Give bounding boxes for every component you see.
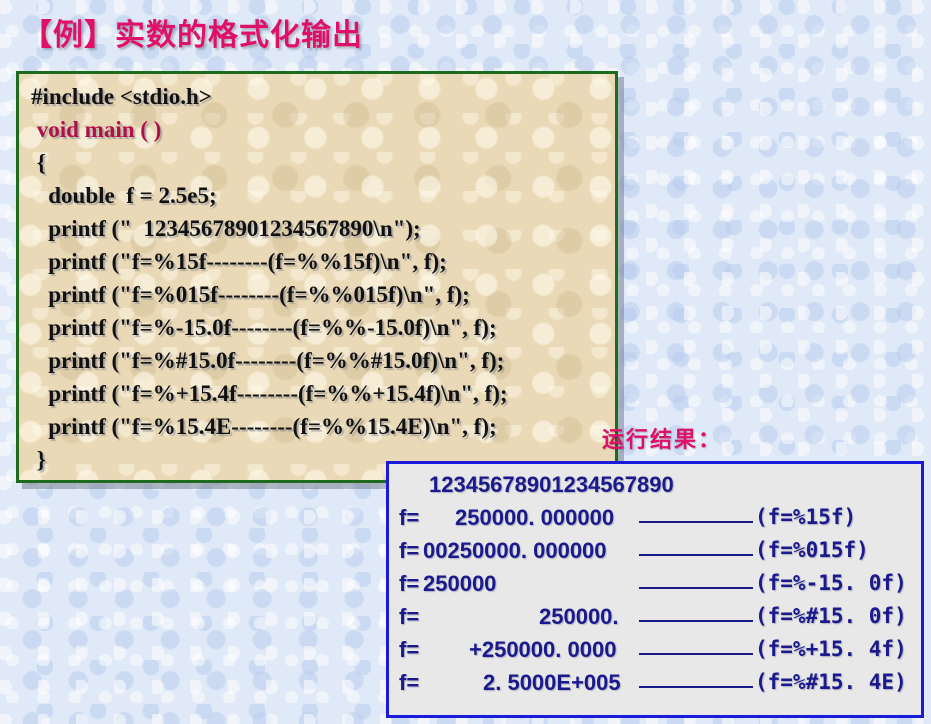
- code-line-declaration: double f = 2.5e5;: [31, 183, 217, 208]
- output-row: f= +250000. 0000 (f=%+15. 4f): [399, 637, 919, 670]
- output-prefix: f=: [399, 604, 420, 629]
- output-format: (f=%#15. 4E): [755, 670, 907, 694]
- code-line-main: void main ( ): [31, 117, 162, 142]
- separator-line: [639, 653, 753, 655]
- output-row: f= 00250000. 000000 (f=%015f): [399, 538, 919, 571]
- output-prefix: f=: [399, 670, 420, 695]
- code-line-close-brace: }: [31, 447, 46, 472]
- separator-line: [639, 587, 753, 589]
- output-format: (f=%-15. 0f): [755, 571, 907, 595]
- output-row: f= 250000. 000000 (f=%15f): [399, 505, 919, 538]
- separator-line: [639, 554, 753, 556]
- output-format: (f=%15f): [755, 505, 857, 529]
- code-block: #include <stdio.h> void main ( ) { doubl…: [16, 71, 618, 483]
- result-label: 运行结果：: [602, 428, 723, 453]
- separator-line: [639, 521, 753, 523]
- output-prefix: f=: [399, 538, 420, 563]
- code-line-open-brace: {: [31, 150, 46, 175]
- output-ruler-row: 12345678901234567890: [399, 472, 919, 505]
- output-value: 2. 5000E+005: [483, 670, 621, 695]
- output-prefix: f=: [399, 505, 420, 530]
- code-line-printf-5: printf ("f=%+15.4f--------(f=%%+15.4f)\n…: [31, 381, 508, 406]
- code-line-printf-4: printf ("f=%#15.0f--------(f=%%#15.0f)\n…: [31, 348, 505, 373]
- output-format: (f=%#15. 0f): [755, 604, 907, 628]
- code-line-printf-6: printf ("f=%15.4E--------(f=%%15.4E)\n",…: [31, 414, 497, 439]
- output-format: (f=%015f): [755, 538, 869, 562]
- code-line-include: #include <stdio.h>: [31, 84, 212, 109]
- output-panel: 12345678901234567890 f= 250000. 000000 (…: [386, 461, 924, 718]
- output-ruler: 12345678901234567890: [429, 472, 674, 497]
- code-line-printf-1: printf ("f=%15f--------(f=%%15f)\n", f);: [31, 249, 447, 274]
- code-line-printf-2: printf ("f=%015f--------(f=%%015f)\n", f…: [31, 282, 470, 307]
- code-line-printf-3: printf ("f=%-15.0f--------(f=%%-15.0f)\n…: [31, 315, 497, 340]
- output-value: 250000: [423, 571, 497, 596]
- output-row: f= 250000 (f=%-15. 0f): [399, 571, 919, 604]
- output-value: +250000. 0000: [469, 637, 617, 662]
- output-row: f= 250000. (f=%#15. 0f): [399, 604, 919, 637]
- output-format: (f=%+15. 4f): [755, 637, 907, 661]
- output-row: f= 2. 5000E+005 (f=%#15. 4E): [399, 670, 919, 703]
- code-line-printf-ruler: printf (" 12345678901234567890\n");: [31, 216, 421, 241]
- page-title: 【例】实数的格式化输出: [22, 18, 363, 53]
- output-value: 250000. 000000: [455, 505, 615, 530]
- output-value: 250000.: [539, 604, 619, 629]
- output-prefix: f=: [399, 637, 420, 662]
- separator-line: [639, 620, 753, 622]
- output-value: 00250000. 000000: [423, 538, 607, 563]
- output-prefix: f=: [399, 571, 420, 596]
- separator-line: [639, 686, 753, 688]
